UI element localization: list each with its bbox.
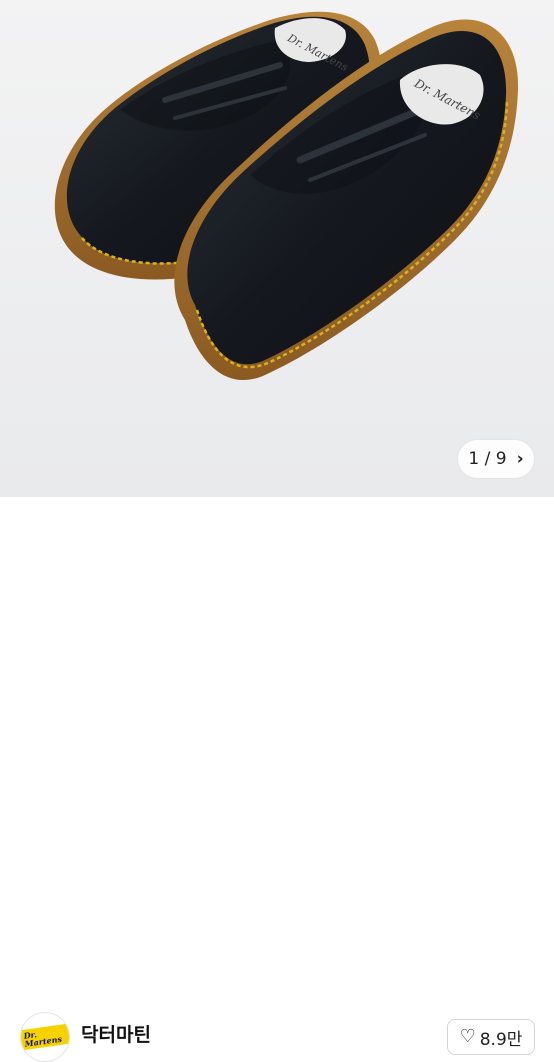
chevron-right-icon[interactable]: › [517, 449, 524, 469]
like-button[interactable]: ♡ 8.9만 [447, 1019, 535, 1055]
heart-outline-icon: ♡ [459, 1026, 476, 1047]
pager-text: 1 / 9 [468, 449, 507, 469]
loafers-illustration: Dr. Martens Dr. Martens [54, 11, 519, 381]
avatar-logo: Dr. Martens [21, 1023, 69, 1051]
like-count: 8.9만 [479, 1029, 523, 1050]
image-pager[interactable]: 1 / 9 › [458, 440, 534, 478]
shop-bar: Dr. Martens 닥터마틴 ♡ 8.9만 [0, 497, 554, 1062]
product-image[interactable]: Dr. Martens Dr. Martens 1 / 9 › [0, 0, 554, 497]
shop-name[interactable]: 닥터마틴 [81, 1020, 151, 1047]
shop-avatar[interactable]: Dr. Martens [20, 1012, 70, 1062]
